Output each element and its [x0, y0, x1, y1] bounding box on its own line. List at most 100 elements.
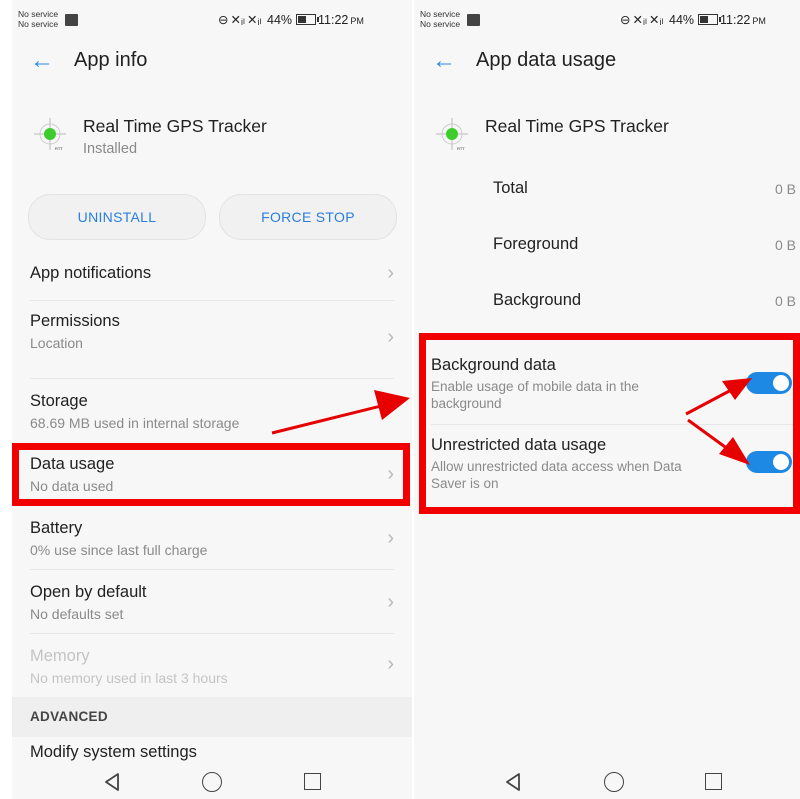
app-header: RTT Real Time GPS Tracker — [414, 110, 800, 170]
unrestricted-data-toggle[interactable] — [746, 451, 792, 473]
battery-item[interactable]: Battery 0% use since last full charge › — [12, 507, 412, 569]
svg-text:RTT: RTT — [457, 146, 465, 151]
toggle-knob — [773, 454, 789, 470]
svg-text:RTT: RTT — [55, 146, 63, 151]
gps-tracker-app-icon: RTT — [436, 118, 468, 151]
back-arrow-icon[interactable]: ← — [30, 46, 54, 76]
back-arrow-icon[interactable]: ← — [432, 46, 456, 76]
nav-recents-icon[interactable] — [705, 773, 722, 790]
page-title: App data usage — [476, 49, 617, 71]
usage-total-row: Total 0 B — [414, 170, 800, 220]
divider — [30, 300, 394, 301]
app-notifications-item[interactable]: App notifications › — [12, 250, 412, 300]
service-line-2: No service — [18, 18, 59, 29]
usage-value: 0 B — [774, 293, 796, 309]
open-by-default-item[interactable]: Open by default No defaults set › — [12, 571, 412, 633]
divider — [30, 378, 394, 379]
clock: 11:22 — [720, 13, 751, 27]
battery-percent: 44% — [267, 13, 293, 27]
nav-back-icon[interactable] — [505, 773, 521, 791]
toggle-title: Background data — [431, 356, 556, 374]
app-install-status: Installed — [83, 141, 138, 157]
force-stop-button[interactable]: FORCE STOP — [219, 194, 397, 240]
background-data-toggle[interactable] — [746, 372, 792, 394]
status-right: ⊖ ✕ᵢₗ ✕ᵢₗ 44% 11:22 PM — [218, 12, 366, 27]
item-title: Memory — [30, 647, 90, 665]
status-bar: No service No service ⊖ ✕ᵢₗ ✕ᵢₗ 44% 11:22 PM — [420, 8, 800, 34]
item-subtitle: No memory used in last 3 hours — [30, 670, 228, 686]
permissions-item[interactable]: Permissions Location › — [12, 302, 412, 378]
data-usage-item[interactable]: Data usage No data used › — [12, 445, 412, 505]
status-right: ⊖ ✕ᵢₗ ✕ᵢₗ 44% 11:22 PM — [620, 12, 768, 27]
item-title: Data usage — [30, 455, 115, 473]
battery-icon — [698, 14, 722, 25]
app-info-screen: No service No service ⊖ ✕ᵢₗ ✕ᵢₗ 44% 11:22 PM… — [12, 0, 412, 799]
item-subtitle: No defaults set — [30, 606, 124, 622]
item-title: Permissions — [30, 312, 120, 330]
chevron-right-icon: › — [387, 591, 394, 613]
background-data-row[interactable]: Background data Enable usage of mobile d… — [414, 345, 800, 425]
service-line-2: No service — [420, 18, 461, 29]
toggle-description: Enable usage of mobile data in the backg… — [431, 379, 639, 411]
unrestricted-data-row[interactable]: Unrestricted data usage Allow unrestrict… — [414, 425, 800, 505]
toggle-title: Unrestricted data usage — [431, 436, 607, 454]
item-title: Open by default — [30, 583, 147, 601]
chevron-right-icon: › — [387, 262, 394, 284]
divider — [30, 633, 394, 634]
item-title: App notifications — [30, 264, 152, 282]
signal-x-icon: ✕ᵢₗ — [649, 13, 664, 27]
app-header: RTT Real Time GPS Tracker Installed — [12, 110, 412, 170]
no-signal-icon: ✕ᵢₗ — [632, 13, 647, 27]
item-title: Storage — [30, 392, 88, 410]
storage-item[interactable]: Storage 68.69 MB used in internal storag… — [12, 380, 412, 442]
clock: 11:22 — [318, 13, 349, 27]
item-subtitle: 68.69 MB used in internal storage — [30, 415, 240, 431]
usage-value: 0 B — [774, 181, 796, 197]
signal-x-icon: ✕ᵢₗ — [247, 13, 262, 27]
dnd-icon: ⊖ — [218, 13, 229, 27]
service-status: No service No service — [420, 9, 461, 29]
usage-background-row: Background 0 B — [414, 282, 800, 332]
nav-home-icon[interactable] — [202, 772, 222, 792]
app-name: Real Time GPS Tracker — [485, 116, 669, 136]
usage-value: 0 B — [774, 237, 796, 253]
nav-home-icon[interactable] — [604, 772, 624, 792]
item-title: Battery — [30, 519, 83, 537]
clock-ampm: PM — [350, 16, 364, 26]
nav-back-icon[interactable] — [104, 773, 120, 791]
usage-label: Background — [493, 291, 582, 309]
app-name: Real Time GPS Tracker — [83, 116, 267, 136]
item-subtitle: 0% use since last full charge — [30, 542, 208, 558]
image-icon — [467, 14, 480, 26]
item-subtitle: Location — [30, 335, 83, 351]
gps-tracker-app-icon: RTT — [34, 118, 66, 151]
advanced-section-header: ADVANCED — [12, 697, 412, 737]
toggle-knob — [773, 375, 789, 391]
status-bar: No service No service ⊖ ✕ᵢₗ ✕ᵢₗ 44% 11:22 PM — [18, 8, 412, 34]
usage-label: Total — [493, 179, 528, 197]
toggle-description: Allow unrestricted data access when Data… — [431, 459, 682, 491]
chevron-right-icon: › — [387, 527, 394, 549]
chevron-right-icon: › — [387, 653, 394, 675]
usage-foreground-row: Foreground 0 B — [414, 226, 800, 276]
item-title: Modify system settings — [30, 743, 197, 761]
chevron-right-icon: › — [387, 326, 394, 348]
nav-recents-icon[interactable] — [304, 773, 321, 790]
service-status: No service No service — [18, 9, 59, 29]
app-bar: ← App info — [12, 44, 412, 80]
page-title: App info — [74, 49, 148, 71]
modify-system-settings-item[interactable]: Modify system settings — [12, 737, 412, 761]
clock-ampm: PM — [752, 16, 766, 26]
dnd-icon: ⊖ — [620, 13, 631, 27]
navigation-bar — [12, 760, 412, 799]
no-signal-icon: ✕ᵢₗ — [230, 13, 245, 27]
battery-icon — [296, 14, 320, 25]
app-bar: ← App data usage — [414, 44, 800, 80]
image-icon — [65, 14, 78, 26]
battery-percent: 44% — [669, 13, 695, 27]
divider — [30, 569, 394, 570]
navigation-bar — [414, 760, 800, 799]
usage-label: Foreground — [493, 235, 579, 253]
uninstall-button[interactable]: UNINSTALL — [28, 194, 206, 240]
memory-item: Memory No memory used in last 3 hours › — [12, 635, 412, 697]
